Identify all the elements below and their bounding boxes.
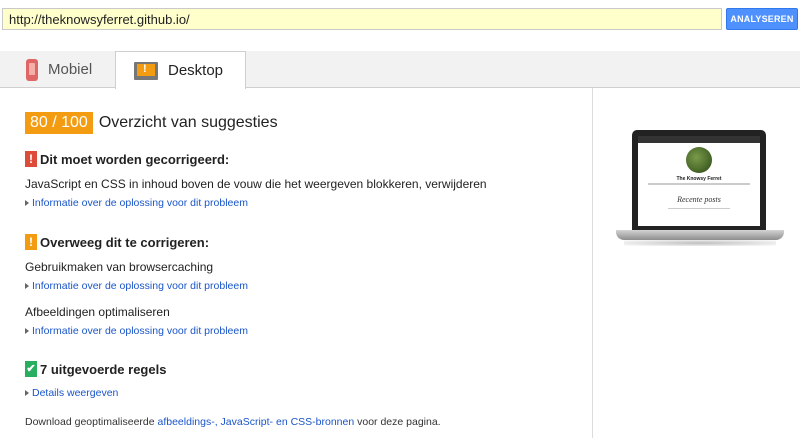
triangle-right-icon [25,200,29,206]
consider-heading: ! Overweeg dit te corrigeren: [25,234,209,250]
rule-browser-caching-link-label: Informatie over de oplossing voor dit pr… [32,280,248,292]
summary-title: Overzicht van suggesties [98,114,278,131]
rule-render-blocking-link-label: Informatie over de oplossing voor dit pr… [32,197,248,209]
laptop-base [616,230,784,240]
rule-optimize-images: Afbeeldingen optimaliseren [25,305,170,319]
download-note-suffix: voor deze pagina. [354,416,441,428]
score-row: 80 / 100 Overzicht van suggesties [25,112,278,134]
tab-mobile[interactable]: Mobiel [4,51,112,88]
rule-browser-caching-link[interactable]: Informatie over de oplossing voor dit pr… [25,280,248,292]
passed-heading-label: 7 uitgevoerde regels [40,361,167,377]
preview-nav [638,136,760,143]
preview-screenshot: The Knowsy Ferret Recente posts [638,136,760,226]
laptop-lid: The Knowsy Ferret Recente posts [632,130,766,230]
analyze-button[interactable]: ANALYSEREN [726,8,798,30]
tab-bar: Mobiel Desktop [0,51,800,89]
tab-mobile-label: Mobiel [48,61,93,78]
download-resources-link[interactable]: afbeeldings-, JavaScript- en CSS-bronnen [158,416,355,428]
download-note-prefix: Download geoptimaliseerde [25,416,158,428]
preview-heading: Recente posts [677,195,721,204]
exclamation-red-icon: ! [25,151,37,167]
passed-heading: ✔ 7 uitgevoerde regels [25,361,166,377]
triangle-right-icon [25,328,29,334]
tab-desktop-label: Desktop [168,62,224,79]
tab-desktop[interactable]: Desktop [115,51,246,89]
rule-optimize-images-link-label: Informatie over de oplossing voor dit pr… [32,325,248,337]
laptop-shadow [624,240,776,246]
desktop-preview: The Knowsy Ferret Recente posts [614,130,786,260]
passed-details-link[interactable]: Details weergeven [25,387,118,399]
triangle-right-icon [25,390,29,396]
check-icon: ✔ [25,361,37,377]
phone-icon [26,58,38,81]
triangle-right-icon [25,283,29,289]
preview-tagline [648,183,750,185]
top-bar: ANALYSEREN [0,0,800,40]
monitor-warning-icon [134,61,158,80]
score-badge: 80 / 100 [25,112,93,134]
download-note: Download geoptimaliseerde afbeeldings-, … [25,416,441,428]
consider-heading-label: Overweeg dit te corrigeren: [40,234,210,250]
must-fix-heading: ! Dit moet worden gecorrigeerd: [25,151,229,167]
rule-render-blocking-link[interactable]: Informatie over de oplossing voor dit pr… [25,197,248,209]
passed-details-link-label: Details weergeven [32,387,119,399]
rule-browser-caching: Gebruikmaken van browsercaching [25,260,214,274]
preview-avatar [686,147,712,173]
exclamation-orange-icon: ! [25,234,37,250]
rule-optimize-images-link[interactable]: Informatie over de oplossing voor dit pr… [25,325,248,337]
rule-render-blocking: JavaScript en CSS in inhoud boven de vou… [25,177,487,191]
url-input[interactable] [2,8,722,30]
must-fix-heading-label: Dit moet worden gecorrigeerd: [40,151,230,167]
preview-site-title: The Knowsy Ferret [676,176,722,182]
preview-divider [668,208,730,209]
